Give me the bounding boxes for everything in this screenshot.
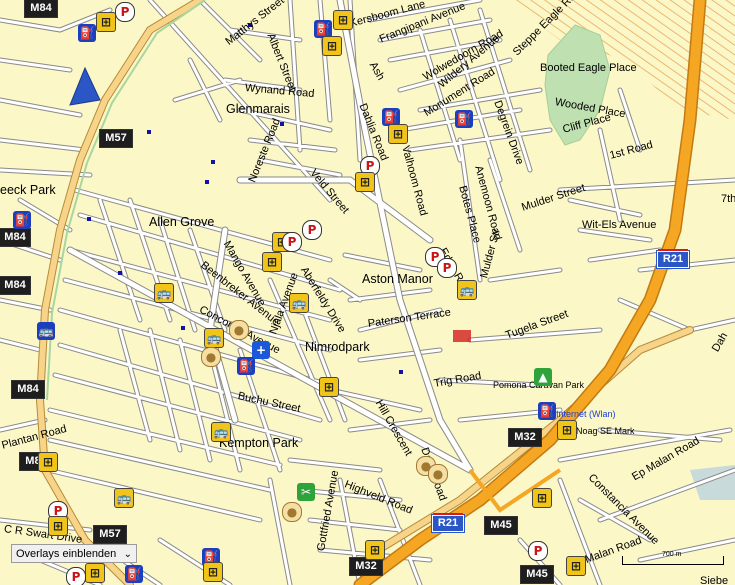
place-nimrodpark: Nimrodpark [305,340,370,354]
shop-icon[interactable]: ⊞ [388,124,408,144]
parking-icon[interactable]: P [528,541,548,561]
sports-icon[interactable]: ● [229,320,249,340]
parking-icon[interactable]: P [282,232,302,252]
route-shield-m57: M57 [93,525,127,544]
route-shield-m84: M84 [11,380,45,399]
poi-marker [399,370,403,374]
shop-icon[interactable]: ⊞ [355,172,375,192]
poi-marker [205,180,209,184]
garden-centre-icon[interactable]: ✂ [297,483,315,501]
place-glenmarais: Glenmarais [226,102,290,116]
route-shield-r21: R21 [431,513,465,533]
sports-icon[interactable]: ● [201,347,221,367]
parking-icon[interactable]: P [437,258,457,278]
parking-icon[interactable]: P [115,2,135,22]
shop-icon[interactable]: ⊞ [566,556,586,576]
shop-icon[interactable]: ⊞ [322,36,342,56]
bus-stop-icon[interactable]: 🚌 [457,280,477,300]
shop-icon[interactable]: ⊞ [557,420,577,440]
fuel-station-icon[interactable]: ⛽ [237,357,255,375]
poi-marker [181,326,185,330]
sports-icon[interactable]: ● [428,464,448,484]
poi-marker [211,160,215,164]
route-shield-m45: M45 [520,565,554,584]
poi-marker [118,271,122,275]
shop-icon[interactable]: ⊞ [365,540,385,560]
chevron-down-icon: ⌄ [123,549,132,560]
poi-marker [147,130,151,134]
bus-station-icon[interactable]: 🚌 [37,322,55,340]
bus-stop-icon[interactable]: 🚌 [114,488,134,508]
poi-label-internet: Internet (Wlan) [556,409,616,419]
street-label: Siebe [700,575,729,585]
shop-icon[interactable]: ⊞ [48,516,68,536]
shop-icon[interactable]: ⊞ [203,562,223,582]
street-label: Booted Eagle Place [540,62,637,74]
shop-icon[interactable]: ⊞ [319,377,339,397]
fuel-station-icon[interactable]: ⛽ [125,565,143,583]
route-shield-m84: M84 [24,0,58,18]
place-eeck-park: eeck Park [0,183,56,197]
route-shield-m84: M84 [0,276,31,295]
route-shield-m32: M32 [349,557,383,576]
poi-label-noag: Noag SE Mark [576,426,635,436]
scale-label: 700 m [662,551,682,558]
shop-icon[interactable]: ⊞ [333,10,353,30]
internet-icon[interactable]: ⛽ [538,402,556,420]
route-shield-m57: M57 [99,129,133,148]
fuel-station-icon[interactable]: ⛽ [455,110,473,128]
bus-stop-icon[interactable]: 🚌 [154,283,174,303]
sports-icon[interactable]: ● [282,502,302,522]
shop-icon[interactable]: ⊞ [262,252,282,272]
bus-stop-icon[interactable]: 🚌 [204,328,224,348]
place-aston-manor: Aston Manor [362,272,433,286]
overlay-dropdown[interactable]: Overlays einblenden ⌄ [11,544,137,563]
place-allen-grove: Allen Grove [149,215,215,229]
street-label: Wit-Els Avenue [582,219,657,231]
bus-stop-icon[interactable]: 🚌 [211,422,231,442]
route-shield-r21: R21 [656,249,690,269]
overlay-dropdown-label: Overlays einblenden [16,548,117,560]
shop-icon[interactable]: ⊞ [85,563,105,583]
fuel-station-icon[interactable]: ⛽ [78,24,96,42]
fuel-station-icon[interactable]: ⛽ [13,211,31,229]
shop-icon[interactable]: ⊞ [532,488,552,508]
hospital-icon[interactable]: + [252,341,270,359]
parking-icon[interactable]: P [302,220,322,240]
shop-icon[interactable]: ⊞ [38,452,58,472]
shop-icon[interactable]: ⊞ [96,12,116,32]
route-shield-m32: M32 [508,428,542,447]
bus-stop-icon[interactable]: 🚌 [289,293,309,313]
poi-marker [87,217,91,221]
street-label: 7th [721,193,735,205]
caravan-park-icon[interactable]: ▲ [534,368,552,386]
route-shield-m45: M45 [484,516,518,535]
map-view[interactable]: Glenmarais Allen Grove Aston Manor Nimro… [0,0,735,585]
parking-icon[interactable]: P [66,567,86,585]
route-shield-m84: M84 [0,228,31,247]
